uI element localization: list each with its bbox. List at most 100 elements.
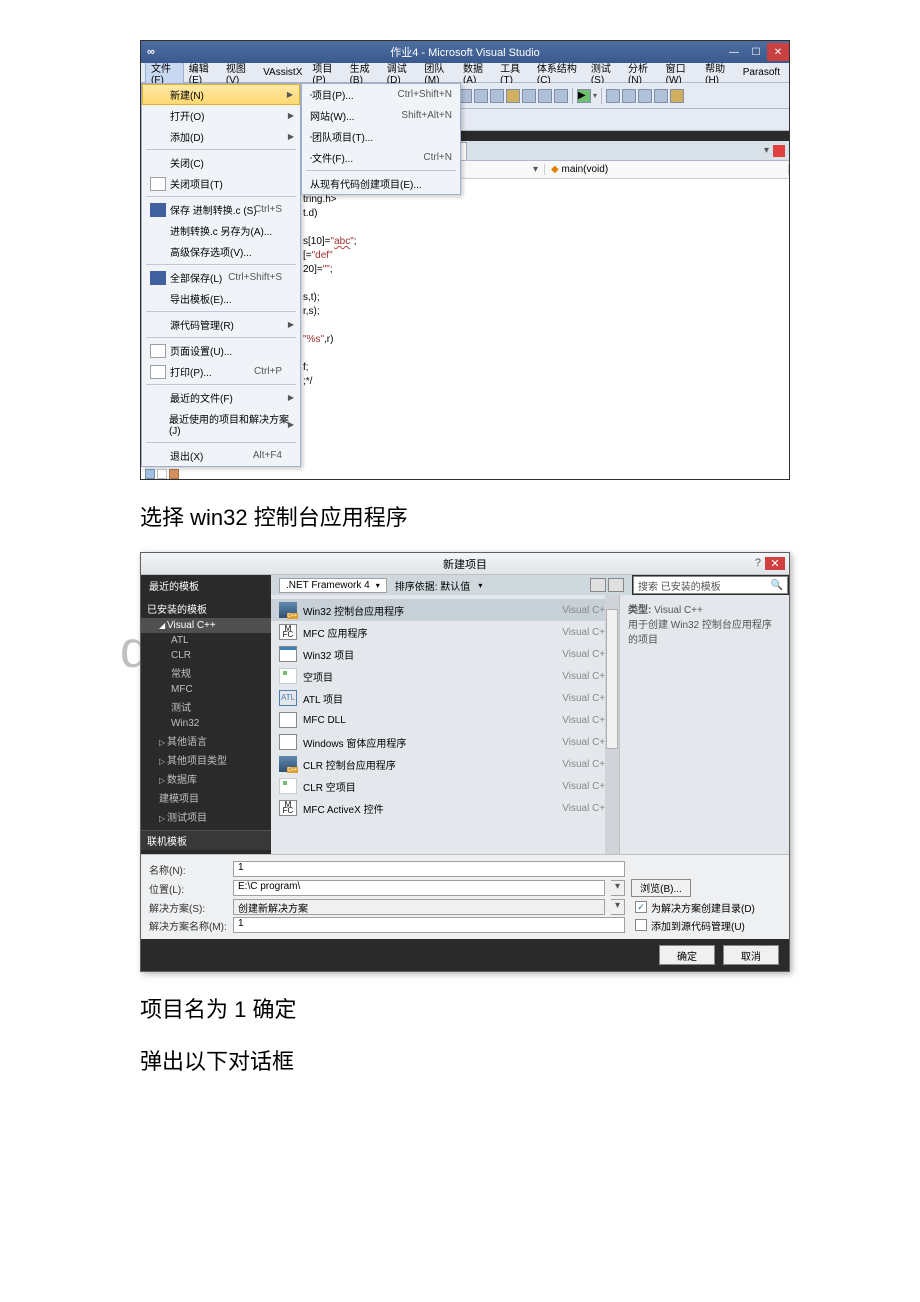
toolbar-icon-11[interactable] xyxy=(654,89,668,103)
template-row[interactable]: MFCMFC 应用程序Visual C++ xyxy=(271,621,619,643)
file-menu-item[interactable]: 保存 进制转换.c (S)Ctrl+S xyxy=(142,199,300,220)
close-icon[interactable]: ✕ xyxy=(765,557,785,570)
file-menu-item[interactable]: 源代码管理(R)▶ xyxy=(142,314,300,335)
template-row[interactable]: MFCMFC ActiveX 控件Visual C++ xyxy=(271,797,619,819)
minimize-icon[interactable]: — xyxy=(723,43,745,61)
toolbar-icon-4[interactable] xyxy=(506,89,520,103)
thumb-2 xyxy=(157,469,167,479)
file-menu-item[interactable]: 最近的文件(F)▶ xyxy=(142,387,300,408)
cancel-button[interactable]: 取消 xyxy=(723,945,779,965)
menu-separator xyxy=(146,337,296,338)
file-menu-item[interactable]: 关闭项目(T) xyxy=(142,173,300,194)
file-menu-item[interactable]: 关闭(C) xyxy=(142,152,300,173)
tree-other-lang[interactable]: ▷其他语言 xyxy=(141,731,271,750)
ok-button[interactable]: 确定 xyxy=(659,945,715,965)
template-row[interactable]: CLR 空项目Visual C++ xyxy=(271,775,619,797)
template-lang: Visual C++ xyxy=(531,737,611,748)
tree-installed[interactable]: 已安装的模板 xyxy=(141,599,271,618)
maximize-icon[interactable]: ☐ xyxy=(745,43,767,61)
solution-dropdown[interactable]: 创建新解决方案 xyxy=(233,899,605,915)
location-input[interactable]: E:\C program\ xyxy=(233,880,605,896)
template-row[interactable]: MFC DLLVisual C++ xyxy=(271,709,619,731)
template-name: MFC ActiveX 控件 xyxy=(303,801,531,816)
toolbar-icon-7[interactable] xyxy=(554,89,568,103)
template-row[interactable]: Windows 窗体应用程序Visual C++ xyxy=(271,731,619,753)
new-submenu-item[interactable]: 团队项目(T)... xyxy=(302,126,460,147)
close-icon[interactable]: ✕ xyxy=(767,43,789,61)
search-input[interactable]: 搜索 已安装的模板 🔍 xyxy=(633,576,788,594)
tree-sub-item[interactable]: 测试 xyxy=(141,697,271,716)
create-directory-checkbox[interactable]: ✓ 为解决方案创建目录(D) xyxy=(635,900,781,915)
project-name-input[interactable]: 1 xyxy=(233,861,625,877)
scope-right[interactable]: ◆ main(void) xyxy=(545,164,789,175)
browse-button[interactable]: 浏览(B)... xyxy=(631,879,691,897)
menu-item-3[interactable]: VAssistX xyxy=(258,65,307,80)
file-menu-item[interactable]: 退出(X)Alt+F4 xyxy=(142,445,300,466)
template-row[interactable]: Win32 项目Visual C++ xyxy=(271,643,619,665)
tab-dropdown-icon[interactable]: ▾ xyxy=(764,145,769,156)
menu-item-label: 网站(W)... xyxy=(310,108,354,123)
help-icon[interactable]: ? xyxy=(755,557,761,570)
file-menu-item[interactable]: 打开(O)▶ xyxy=(142,105,300,126)
location-dropdown[interactable]: ▾ xyxy=(611,880,625,896)
tree-sub-item[interactable]: Win32 xyxy=(141,716,271,731)
tree-other-type[interactable]: ▷其他项目类型 xyxy=(141,750,271,769)
toolbar-icon-9[interactable] xyxy=(622,89,636,103)
scrollbar[interactable] xyxy=(605,595,619,854)
file-menu-item[interactable]: 导出模板(E)... xyxy=(142,288,300,309)
framework-dropdown[interactable]: .NET Framework 4 ▾ xyxy=(279,578,387,593)
tree-database[interactable]: ▷数据库 xyxy=(141,769,271,788)
new-submenu-item[interactable]: 文件(F)...Ctrl+N xyxy=(302,147,460,168)
toolbar-icon-3[interactable] xyxy=(490,89,504,103)
recent-templates-label[interactable]: 最近的模板 xyxy=(141,575,271,595)
window-title: 作业4 - Microsoft Visual Studio xyxy=(390,44,540,60)
new-submenu-item[interactable]: 网站(W)...Shift+Alt+N xyxy=(302,105,460,126)
tree-vcpp[interactable]: ◢Visual C++ xyxy=(141,618,271,633)
file-menu-item[interactable]: 高级保存选项(V)... xyxy=(142,241,300,262)
new-submenu-item[interactable]: 项目(P)...Ctrl+Shift+N xyxy=(302,84,460,105)
tree-online[interactable]: 联机模板 xyxy=(141,830,271,850)
chevron-down-icon[interactable]: ▾ xyxy=(478,581,482,590)
source-control-checkbox[interactable]: 添加到源代码管理(U) xyxy=(635,918,781,933)
file-menu-item[interactable]: 添加(D)▶ xyxy=(142,126,300,147)
template-row[interactable]: 空项目Visual C++ xyxy=(271,665,619,687)
file-menu-item[interactable]: 页面设置(U)... xyxy=(142,340,300,361)
view-small-icon[interactable] xyxy=(590,578,606,592)
template-row[interactable]: ATLATL 项目Visual C++ xyxy=(271,687,619,709)
toolbar-icon-8[interactable] xyxy=(606,89,620,103)
tree-sub-item[interactable]: CLR xyxy=(141,648,271,663)
tree-sub-item[interactable]: ATL xyxy=(141,633,271,648)
code-editor[interactable]: tdio.h>tring.h>t.d) s[10]="abc";[="def"2… xyxy=(301,179,789,389)
new-submenu-item[interactable]: 从现有代码创建项目(E)... xyxy=(302,173,460,194)
template-row[interactable]: Win32 控制台应用程序Visual C++ xyxy=(271,599,619,621)
menu-item-15[interactable]: Parasoft xyxy=(738,65,785,80)
start-debug-icon[interactable]: ▶ xyxy=(577,89,591,103)
file-menu-item[interactable]: 全部保存(L)Ctrl+Shift+S xyxy=(142,267,300,288)
toolbar-icon-2[interactable] xyxy=(474,89,488,103)
template-row[interactable]: CLR 控制台应用程序Visual C++ xyxy=(271,753,619,775)
tree-modeling[interactable]: 建模项目 xyxy=(141,788,271,807)
chevron-down-icon: ▾ xyxy=(376,581,380,590)
tree-sub-item[interactable]: MFC xyxy=(141,682,271,697)
file-menu-item[interactable]: 最近使用的项目和解决方案(J)▶ xyxy=(142,408,300,440)
tab-close-icon[interactable] xyxy=(773,145,785,157)
submenu-arrow-icon: ▶ xyxy=(288,111,294,120)
code-line: "%s",r) xyxy=(303,333,789,347)
solution-name-input[interactable]: 1 xyxy=(233,917,625,933)
toolbar-icon-6[interactable] xyxy=(538,89,552,103)
toolbar-icon-5[interactable] xyxy=(522,89,536,103)
toolbar-icon-10[interactable] xyxy=(638,89,652,103)
thumb-3 xyxy=(169,469,179,479)
tree-sub-item[interactable]: 常规 xyxy=(141,663,271,682)
solution-dropdown-arrow[interactable]: ▾ xyxy=(611,899,625,915)
toolbar-icon-12[interactable] xyxy=(670,89,684,103)
view-list-icon[interactable] xyxy=(608,578,624,592)
submenu-arrow-icon: ▶ xyxy=(287,90,293,99)
section-heading-2: 项目名为 1 确定 xyxy=(140,992,780,1024)
file-menu-item[interactable]: 打印(P)...Ctrl+P xyxy=(142,361,300,382)
file-menu-item[interactable]: 进制转换.c 另存为(A)... xyxy=(142,220,300,241)
code-line: s,t); xyxy=(303,291,789,305)
menu-item-label: 文件(F)... xyxy=(312,150,353,165)
tree-test[interactable]: ▷测试项目 xyxy=(141,807,271,826)
file-menu-item[interactable]: 新建(N)▶ xyxy=(142,84,300,105)
